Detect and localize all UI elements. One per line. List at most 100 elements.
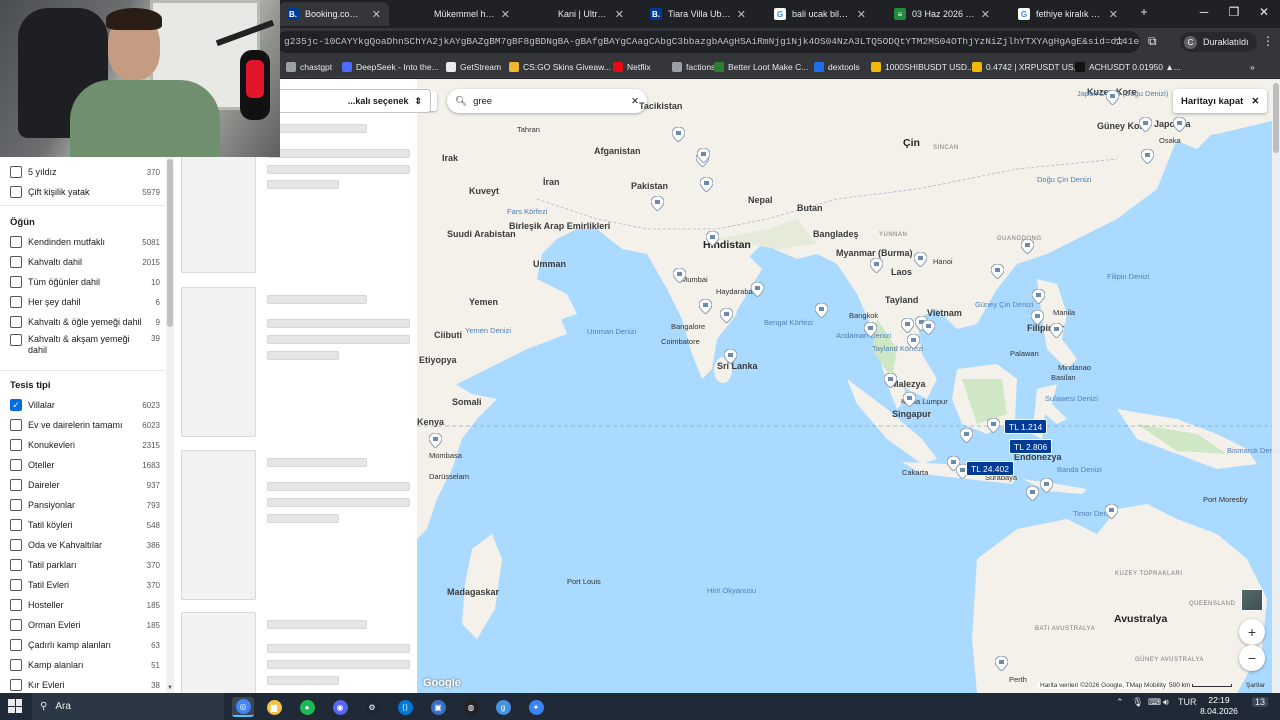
map-price-marker[interactable]: TL 1.214 <box>1004 419 1048 434</box>
browser-tab[interactable]: Mükemmel her şey d ✕ <box>408 2 518 26</box>
zoom-in-button[interactable]: + <box>1239 619 1265 645</box>
taskbar-clock[interactable]: 22:19 8.04.2026 <box>1196 695 1242 717</box>
map-pin-icon[interactable] <box>697 148 710 163</box>
page-scroll-thumb[interactable] <box>1273 83 1279 153</box>
filter-option[interactable]: Ev ve dairelerin tamamı 6023 <box>10 417 160 433</box>
taskbar-search[interactable]: ⚲ Ara <box>32 693 224 720</box>
checkbox-checked[interactable]: ✓ <box>10 399 22 411</box>
tab-close-icon[interactable]: ✕ <box>501 8 510 21</box>
checkbox[interactable] <box>10 459 22 471</box>
checkbox[interactable] <box>10 519 22 531</box>
map-pin-icon[interactable] <box>1105 504 1118 519</box>
filter-option[interactable]: Pansiyonlar 793 <box>10 497 160 513</box>
filter-option[interactable]: Kahvaltı & öğle yemeği dahil 9 <box>10 314 160 330</box>
map-pin-icon[interactable] <box>995 656 1008 671</box>
scroll-down-arrow-icon[interactable]: ▼ <box>166 685 174 691</box>
result-image-placeholder[interactable] <box>181 612 256 693</box>
g-app-icon[interactable]: g <box>492 697 514 717</box>
obs-icon[interactable]: ◍ <box>460 697 482 717</box>
filter-option[interactable]: Hosteller 185 <box>10 597 160 613</box>
checkbox[interactable] <box>10 619 22 631</box>
checkbox[interactable] <box>10 479 22 491</box>
filter-option[interactable]: Çadırlı kamp alanları 63 <box>10 637 160 653</box>
filter-option[interactable]: Çift kişilik yatak 5979 <box>10 184 160 200</box>
map-pin-icon[interactable] <box>1021 239 1034 254</box>
tab-close-icon[interactable]: ✕ <box>615 8 624 21</box>
filter-option[interactable]: Tüm öğünler dahil 10 <box>10 274 160 290</box>
menu-icon[interactable]: ⋮ <box>1262 34 1274 48</box>
checkbox[interactable] <box>10 316 22 328</box>
checkbox[interactable] <box>10 439 22 451</box>
bookmark-item[interactable]: 0.4742 | XRPUSDT US... <box>972 59 1081 75</box>
map-pin-icon[interactable] <box>864 322 877 337</box>
map[interactable]: ‹ 🔍︎ gree ✕ Haritayı kapat ✕ ÇinHindista… <box>417 79 1280 693</box>
filter-option[interactable]: Oda ve Kahvaltılar 386 <box>10 537 160 553</box>
map-pin-icon[interactable] <box>699 299 712 314</box>
mic-icon[interactable]: 🎙︎ <box>1132 697 1143 708</box>
map-pin-icon[interactable] <box>1050 323 1063 338</box>
app-icon[interactable]: ▣ <box>427 697 449 717</box>
checkbox[interactable] <box>10 236 22 248</box>
maximize-icon[interactable]: ❐ <box>1224 5 1244 19</box>
sort-button[interactable]: ...kalı seçenek ⇕ <box>271 89 431 113</box>
browser-tab[interactable]: ≡ 03 Haz 2026 İstanbul ✕ <box>886 2 998 26</box>
bookmark-item[interactable]: CS:GO Skins Giveaw... <box>509 59 611 75</box>
checkbox[interactable] <box>10 639 22 651</box>
bookmark-item[interactable]: dextools <box>814 59 860 75</box>
result-image-placeholder[interactable] <box>181 450 256 600</box>
filter-option[interactable]: Kır Evleri 38 <box>10 677 160 693</box>
map-price-marker[interactable]: TL 2.806 <box>1009 439 1053 454</box>
bookmarks-overflow-icon[interactable]: » <box>1250 59 1255 75</box>
map-pin-icon[interactable] <box>870 258 883 273</box>
notification-badge[interactable]: 13 <box>1252 697 1269 707</box>
map-pin-icon[interactable] <box>907 334 920 349</box>
map-pin-icon[interactable] <box>1173 117 1186 132</box>
map-pin-icon[interactable] <box>429 433 442 448</box>
map-pin-icon[interactable] <box>1032 289 1045 304</box>
map-pin-icon[interactable] <box>724 349 737 364</box>
profile-button[interactable]: C Duraklatıldı <box>1180 32 1257 52</box>
browser-tab[interactable]: B. Booking.com: Hotels ✕ <box>279 2 389 26</box>
settings-icon[interactable]: ✦ <box>525 697 547 717</box>
page-scrollbar[interactable] <box>1272 79 1280 693</box>
vscode-icon[interactable]: ⟨⟩ <box>394 697 416 717</box>
checkbox[interactable] <box>10 559 22 571</box>
checkbox[interactable] <box>10 296 22 308</box>
map-pin-icon[interactable] <box>884 373 897 388</box>
browser-tab[interactable]: Gbali ucak bileti - Goo ✕ <box>766 2 874 26</box>
filter-option[interactable]: Tatil köyleri 548 <box>10 517 160 533</box>
close-window-icon[interactable]: ✕ <box>1254 5 1274 19</box>
map-pin-icon[interactable] <box>706 231 719 246</box>
filter-option[interactable]: Daireler 937 <box>10 477 160 493</box>
map-pin-icon[interactable] <box>901 318 914 333</box>
checkbox[interactable] <box>10 186 22 198</box>
checkbox[interactable] <box>10 499 22 511</box>
checkbox[interactable] <box>10 276 22 288</box>
checkbox[interactable] <box>10 659 22 671</box>
extensions-icon[interactable]: ⧉ <box>1148 34 1157 49</box>
address-bar[interactable]: g235jc-10CAYYkgQoaDhnSChYA2jkAYgBAZgBM7g… <box>276 31 1140 53</box>
new-tab-button[interactable]: + <box>1134 5 1154 19</box>
bookmark-item[interactable]: Netflix <box>613 59 651 75</box>
checkbox[interactable] <box>10 539 22 551</box>
filter-option[interactable]: ✓ Villalar 6023 <box>10 397 160 413</box>
map-pin-icon[interactable] <box>673 268 686 283</box>
map-pin-icon[interactable] <box>672 127 685 142</box>
discord-icon[interactable]: ◉ <box>329 697 351 717</box>
search-input[interactable]: gree <box>473 96 625 107</box>
map-pin-icon[interactable] <box>1139 117 1152 132</box>
volume-icon[interactable]: 🔊︎ <box>1163 697 1169 708</box>
filter-option[interactable]: Oteller 1683 <box>10 457 160 473</box>
filter-option[interactable]: Kahvaltı dahil 2015 <box>10 254 160 270</box>
spotify-icon[interactable]: ● <box>296 697 318 717</box>
browser-tab[interactable]: Kani | Ultra Her Şey D ✕ <box>532 2 632 26</box>
filter-option[interactable]: Kamp alanları 51 <box>10 657 160 673</box>
checkbox[interactable] <box>10 419 22 431</box>
browser-tab[interactable]: B. Tiara Villa Ubud by Di ✕ <box>642 2 754 26</box>
windows-start-icon[interactable] <box>8 699 22 713</box>
filter-option[interactable]: Tatil parkları 370 <box>10 557 160 573</box>
filter-option[interactable]: Orman Evleri 185 <box>10 617 160 633</box>
map-pin-icon[interactable] <box>1040 478 1053 493</box>
result-image-placeholder[interactable] <box>181 287 256 437</box>
tab-close-icon[interactable]: ✕ <box>372 8 381 21</box>
